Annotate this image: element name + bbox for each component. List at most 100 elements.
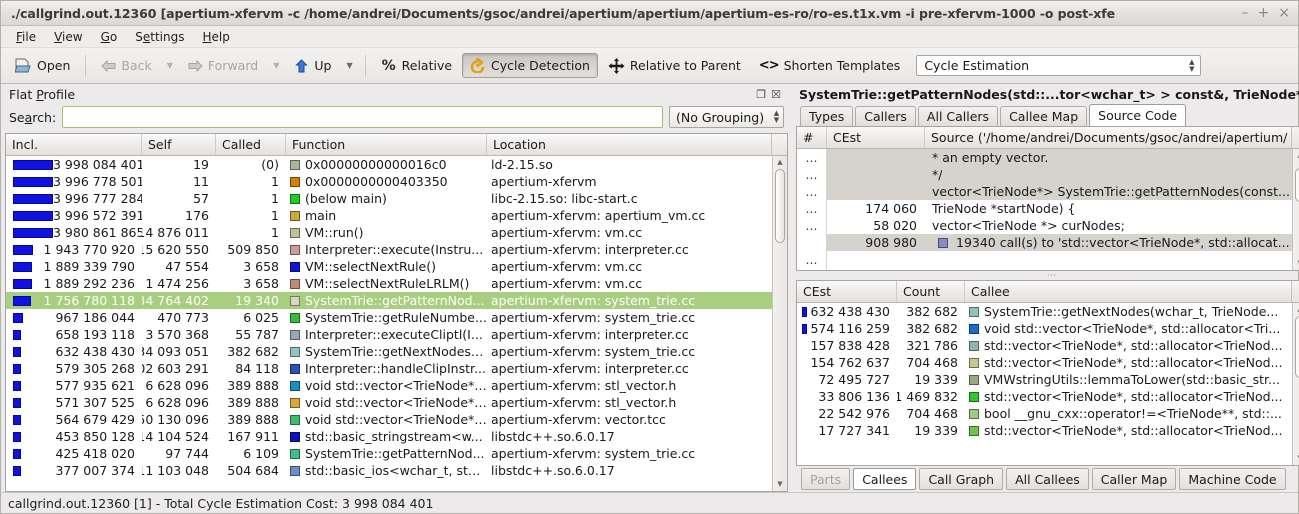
bottom-tab-machine-code[interactable]: Machine Code xyxy=(1179,468,1285,490)
col-function[interactable]: Function xyxy=(286,134,487,155)
inclusive-cost-bar xyxy=(13,279,32,289)
dock-float-icon[interactable]: ❐ xyxy=(756,89,766,100)
table-row[interactable]: 377 007 37411 103 048504 684std::basic_i… xyxy=(6,462,772,479)
callee-scroll-track[interactable] xyxy=(1293,316,1299,452)
col-callee-count[interactable]: Count xyxy=(897,281,965,302)
callee-row[interactable]: 72 495 72719 339VMWstringUtils::lemmaToL… xyxy=(797,371,1292,388)
source-line-row[interactable]: ... xyxy=(797,251,1292,268)
tab-callee-map[interactable]: Callee Map xyxy=(1000,106,1087,126)
table-row[interactable]: 1 889 339 79047 5543 658VM::selectNextRu… xyxy=(6,258,772,275)
callee-row[interactable]: 154 762 637704 468std::vector<TrieNode*,… xyxy=(797,354,1292,371)
menu-settings[interactable]: Settings xyxy=(126,28,193,46)
table-row[interactable]: 1 889 292 2361 474 2563 658VM::selectNex… xyxy=(6,275,772,292)
relative-to-parent-button[interactable]: Relative to Parent xyxy=(600,53,749,79)
scroll-down-icon[interactable]: ▼ xyxy=(777,478,782,491)
source-line-row[interactable]: ...174 060TrieNode *startNode) { xyxy=(797,200,1292,217)
table-row[interactable]: 1 756 780 11834 764 40219 340SystemTrie:… xyxy=(6,292,772,309)
source-scroll-track[interactable] xyxy=(1293,162,1299,257)
col-source[interactable]: Source ('/home/andrei/Documents/gsoc/and… xyxy=(925,127,1291,148)
open-button[interactable]: Open xyxy=(7,53,78,78)
source-vscrollbar[interactable]: ▲ ▼ xyxy=(1292,149,1299,270)
source-scroll-thumb[interactable] xyxy=(1295,168,1299,202)
col-location[interactable]: Location xyxy=(487,134,771,155)
table-row[interactable]: 571 307 5256 628 096389 888void std::vec… xyxy=(6,394,772,411)
bottom-tab-call-graph[interactable]: Call Graph xyxy=(919,468,1003,490)
callee-row[interactable]: 17 727 34119 339std::vector<TrieNode*, s… xyxy=(797,422,1292,439)
callee-vscrollbar[interactable]: ▲ ▼ xyxy=(1292,303,1299,465)
callee-row[interactable]: 33 806 1361 469 832std::vector<TrieNode*… xyxy=(797,388,1292,405)
back-dropdown-icon[interactable]: ▼ xyxy=(162,61,178,70)
relative-button[interactable]: % Relative xyxy=(373,53,460,79)
source-line-row[interactable]: ...116 040if (pattern == L"") { xyxy=(797,268,1292,270)
table-row[interactable]: 1 943 770 92015 620 550509 850Interprete… xyxy=(6,241,772,258)
tab-types[interactable]: Types xyxy=(800,106,853,126)
bottom-tab-all-callees[interactable]: All Callees xyxy=(1006,468,1089,490)
event-type-spinner-icon[interactable]: ▲▼ xyxy=(1185,56,1198,75)
bottom-tab-caller-map[interactable]: Caller Map xyxy=(1092,468,1177,490)
col-incl[interactable]: Incl. xyxy=(6,134,142,155)
source-line-row[interactable]: ...vector<TrieNode*> SystemTrie::getPatt… xyxy=(797,183,1292,200)
col-callee-name[interactable]: Callee xyxy=(965,281,1291,302)
tab-all-callers[interactable]: All Callers xyxy=(918,106,998,126)
flat-profile-vscrollbar[interactable]: ▲ ▼ xyxy=(772,156,787,491)
table-row[interactable]: 577 935 6216 628 096389 888void std::vec… xyxy=(6,377,772,394)
table-row[interactable]: 3 996 572 3911761mainapertium-xfervm: ap… xyxy=(6,207,772,224)
callee-row[interactable]: 574 116 259382 682void std::vector<TrieN… xyxy=(797,320,1292,337)
source-line-row[interactable]: 908 98019340 call(s) to 'std::vector<Tri… xyxy=(797,234,1292,251)
tab-callers[interactable]: Callers xyxy=(855,106,916,126)
minimize-icon[interactable]: – xyxy=(1242,6,1249,20)
table-row[interactable]: 658 193 1183 570 36855 787Interpreter::e… xyxy=(6,326,772,343)
menu-file[interactable]: File xyxy=(7,28,45,46)
table-row[interactable]: 3 980 861 86514 876 0111VM::run()apertiu… xyxy=(6,224,772,241)
table-row[interactable]: 3 996 778 5011110x0000000000403350aperti… xyxy=(6,173,772,190)
up-dropdown-icon[interactable]: ▼ xyxy=(341,61,357,70)
menu-help[interactable]: Help xyxy=(193,28,238,46)
cell-self: 34 093 051 xyxy=(142,344,216,359)
table-row[interactable]: 632 438 43034 093 051382 682SystemTrie::… xyxy=(6,343,772,360)
bottom-tab-parts[interactable]: Parts xyxy=(801,468,850,490)
horizontal-splitter[interactable]: ⋯ xyxy=(796,271,1299,280)
menu-go[interactable]: Go xyxy=(92,28,127,46)
grouping-spinner-icon[interactable]: ▲▼ xyxy=(770,108,783,127)
callee-row[interactable]: 22 542 976704 468bool __gnu_cxx::operato… xyxy=(797,405,1292,422)
cell-incl: 577 935 621 xyxy=(6,378,142,393)
title-bar: ./callgrind.out.12360 [apertium-xfervm -… xyxy=(1,1,1298,26)
status-bar: callgrind.out.12360 [1] - Total Cycle Es… xyxy=(1,492,1298,513)
grouping-combo[interactable]: (No Grouping) ▲▼ xyxy=(669,106,784,128)
menu-view[interactable]: View xyxy=(45,28,91,46)
close-icon[interactable]: × xyxy=(1278,6,1290,20)
table-row[interactable]: 425 418 02097 7446 109SystemTrie::getPat… xyxy=(6,445,772,462)
up-button[interactable]: Up xyxy=(286,53,339,78)
source-line-row[interactable]: ...*/ xyxy=(797,166,1292,183)
col-self[interactable]: Self xyxy=(142,134,216,155)
scroll-thumb[interactable] xyxy=(775,169,785,243)
back-button[interactable]: Back xyxy=(93,53,159,78)
table-row[interactable]: 564 679 42950 130 096389 888void std::ve… xyxy=(6,411,772,428)
search-input[interactable] xyxy=(62,106,663,128)
forward-button[interactable]: Forward xyxy=(180,53,266,78)
forward-dropdown-icon[interactable]: ▼ xyxy=(268,61,284,70)
col-called[interactable]: Called xyxy=(216,134,286,155)
maximize-icon[interactable]: + xyxy=(1258,6,1270,20)
tab-source-code[interactable]: Source Code xyxy=(1089,104,1186,126)
cycle-detection-button[interactable]: Cycle Detection xyxy=(462,53,598,78)
callee-scroll-thumb[interactable] xyxy=(1295,316,1299,378)
table-row[interactable]: 967 186 044470 7736 025SystemTrie::getRu… xyxy=(6,309,772,326)
table-row[interactable]: 3 998 084 40119(0)0x00000000000016c0ld-2… xyxy=(6,156,772,173)
event-type-combo[interactable]: Cycle Estimation ▲▼ xyxy=(916,55,1201,76)
bottom-tab-callees[interactable]: Callees xyxy=(853,468,916,490)
dock-close-icon[interactable]: ☒ xyxy=(771,89,781,100)
scroll-up-icon[interactable]: ▲ xyxy=(777,156,782,169)
callee-row[interactable]: 157 838 428321 786std::vector<TrieNode*,… xyxy=(797,337,1292,354)
scroll-track[interactable] xyxy=(773,169,787,478)
col-source-cest[interactable]: CEst xyxy=(827,127,925,148)
col-callee-cest[interactable]: CEst xyxy=(797,281,897,302)
source-line-row[interactable]: ...* an empty vector. xyxy=(797,149,1292,166)
callee-row[interactable]: 632 438 430382 682SystemTrie::getNextNod… xyxy=(797,303,1292,320)
table-row[interactable]: 579 305 268102 603 29184 118Interpreter:… xyxy=(6,360,772,377)
col-line-number[interactable]: # xyxy=(797,127,827,148)
table-row[interactable]: 453 850 12814 104 524167 911std::basic_s… xyxy=(6,428,772,445)
table-row[interactable]: 3 996 777 284571(below main)libc-2.15.so… xyxy=(6,190,772,207)
shorten-templates-button[interactable]: <> Shorten Templates xyxy=(751,53,908,78)
source-line-row[interactable]: ...58 020vector<TrieNode *> curNodes; xyxy=(797,217,1292,234)
